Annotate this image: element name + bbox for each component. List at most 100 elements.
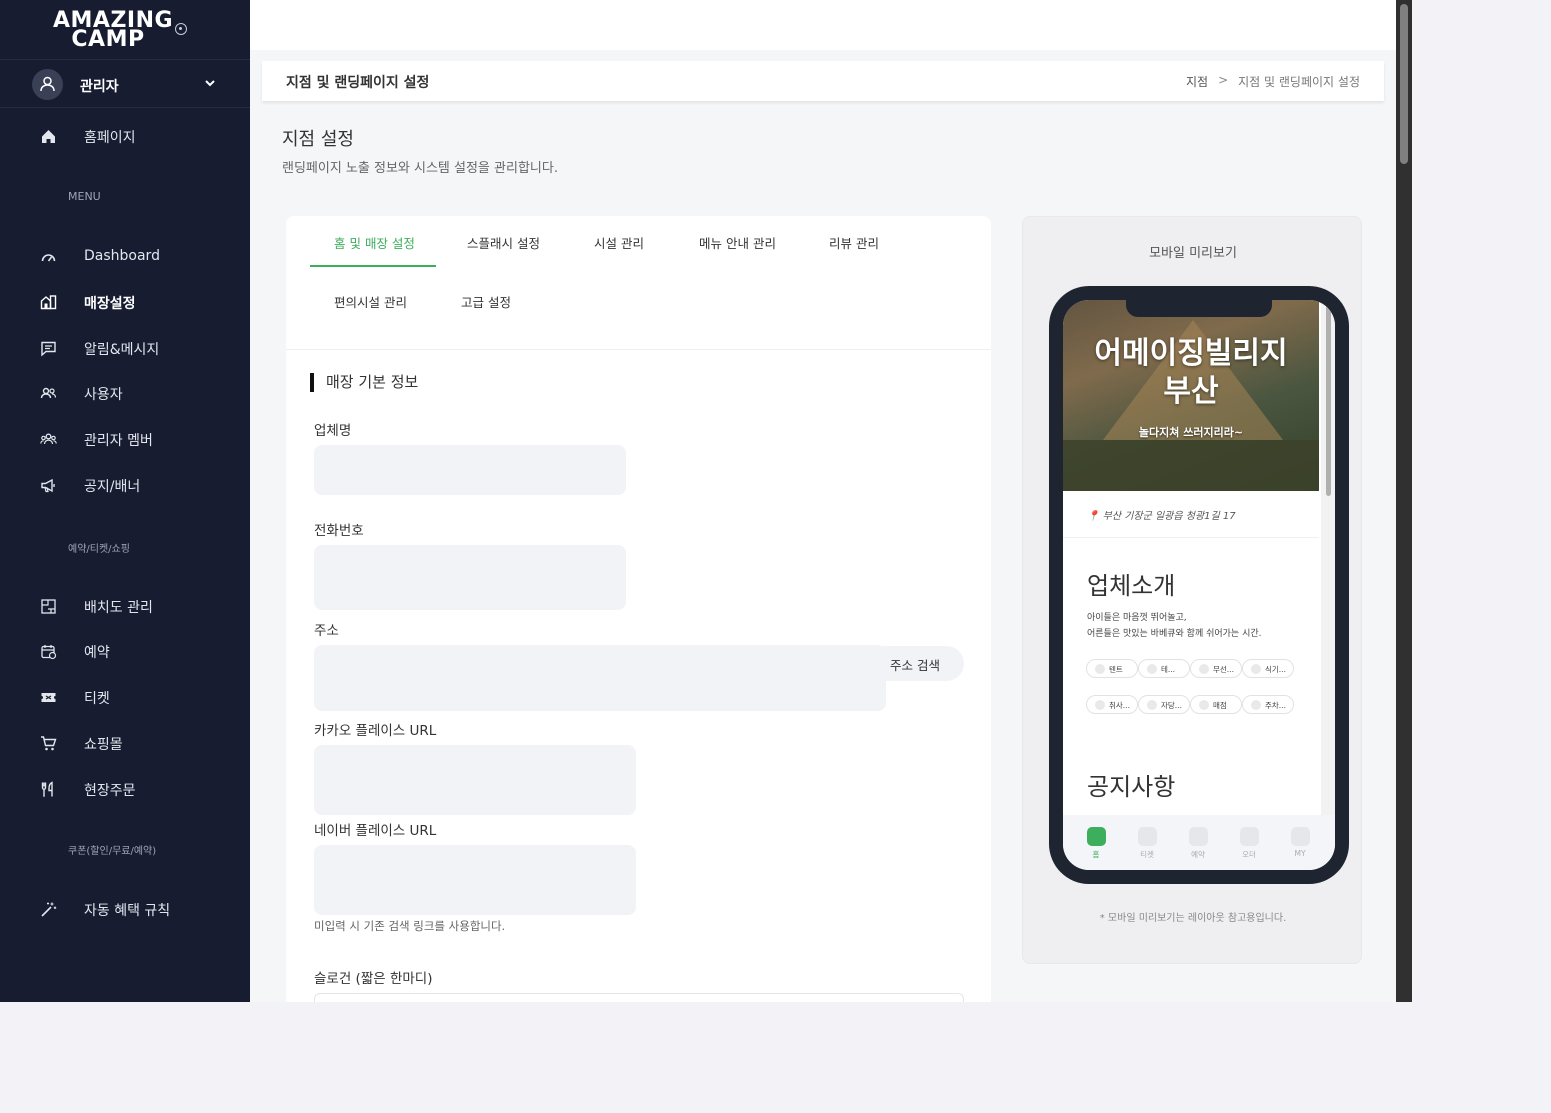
sidebar-item-layout[interactable]: 배치도 관리 [0,588,250,624]
preview-title: 모바일 미리보기 [1149,246,1237,261]
preview-scrollbar[interactable] [1321,300,1335,815]
brand-logo[interactable]: AMAZING CAMP [53,10,173,51]
home-icon [42,130,55,143]
mobile-tab-my[interactable]: MY [1280,827,1320,858]
ticket-icon [1137,827,1157,846]
page-scrollbar[interactable] [1396,0,1412,1002]
tab-home-store[interactable]: 홈 및 매장 설정 [334,233,415,252]
page-title: 지점 설정 [282,129,354,150]
slogan-label: 슬로건 (짧은 한마디) [314,971,433,987]
sidebar-item-label: 관리자 멤버 [84,433,153,449]
order-icon [1239,827,1259,846]
page-subtitle: 랜딩페이지 노출 정보와 시스템 설정을 관리합니다. [282,161,558,176]
sidebar-item-messages[interactable]: 알림&메시지 [0,330,250,366]
mobile-tab-order[interactable]: 오더 [1229,827,1269,860]
sidebar-item-auto-benefit[interactable]: 자동 혜택 규칙 [0,891,250,927]
phone-label: 전화번호 [314,523,364,539]
calendar-icon [1188,827,1208,846]
nav-section-menu: MENU [68,190,101,203]
settings-card: 홈 및 매장 설정 스플래시 설정 시설 관리 메뉴 안내 관리 리뷰 관리 편… [286,216,991,1002]
company-label: 업체명 [314,423,352,439]
preview-scrollbar-thumb[interactable] [1326,300,1331,496]
tab-amenities[interactable]: 편의시설 관리 [334,292,407,311]
amenity-chip: 무선... [1190,659,1242,678]
notice-heading: 공지사항 [1087,773,1176,801]
speedometer-icon [41,254,56,262]
intro-text: 아이들은 마음껏 뛰어놀고, 어른들은 맛있는 바베큐와 함께 쉬어가는 시간. [1087,610,1262,642]
ticket-icon [41,693,56,702]
app-window: AMAZING CAMP 관리자 홈페이지 MENU Dashboard 매장설… [0,0,1412,1002]
breadcrumb: 지점 및 랜딩페이지 설정 지점 > 지점 및 랜딩페이지 설정 [262,61,1384,101]
breadcrumb-parent-link[interactable]: 지점 [1186,73,1208,90]
sidebar-item-shop[interactable]: 쇼핑몰 [0,725,250,761]
amenity-chip: 테... [1138,659,1190,678]
sidebar-item-users[interactable]: 사용자 [0,375,250,411]
store-icon [40,295,57,310]
mobile-tab-home[interactable]: 홈 [1076,827,1116,860]
mobile-tab-reservation[interactable]: 예약 [1178,827,1218,860]
breadcrumb-title: 지점 및 랜딩페이지 설정 [286,75,430,91]
slogan-input[interactable] [314,993,964,1002]
kakao-url-input[interactable] [314,745,636,815]
main-content: 지점 및 랜딩페이지 설정 지점 > 지점 및 랜딩페이지 설정 지점 설정 랜… [250,0,1396,1002]
top-header [250,0,1396,50]
sidebar-item-home[interactable]: 홈페이지 [0,118,250,154]
mobile-tab-label: MY [1294,849,1306,858]
hero-title-line-1: 어메이징빌리지 [1094,336,1288,371]
chevron-down-icon[interactable] [204,77,216,89]
sidebar-item-label: Dashboard [84,248,160,264]
amenity-chip: 텐트 [1086,659,1138,678]
tabs-divider [286,349,991,350]
sidebar-item-dashboard[interactable]: Dashboard [0,239,250,275]
address-input[interactable] [314,645,886,711]
page-scrollbar-thumb[interactable] [1400,4,1408,164]
sidebar-item-onsite-order[interactable]: 현장주문 [0,771,250,807]
target-icon[interactable] [175,23,187,35]
tab-menu-guide[interactable]: 메뉴 안내 관리 [699,233,776,252]
tab-splash[interactable]: 스플래시 설정 [467,233,540,252]
sidebar-item-notice-banner[interactable]: 공지/배너 [0,467,250,503]
sidebar-item-reservation[interactable]: 예약 [0,633,250,669]
tab-facilities[interactable]: 시설 관리 [594,233,644,252]
megaphone-icon [41,478,55,493]
message-icon [41,341,56,357]
sidebar-item-store-settings[interactable]: 매장설정 [0,284,250,320]
mobile-tab-label: 티켓 [1140,850,1154,859]
mobile-tab-label: 예약 [1191,850,1205,859]
sidebar-item-label: 배치도 관리 [84,600,153,616]
phone-notch [1126,300,1272,317]
user-menu[interactable]: 관리자 [0,59,250,108]
sidebar-item-label: 사용자 [84,387,123,403]
naver-url-input[interactable] [314,845,636,915]
breadcrumb-current: 지점 및 랜딩페이지 설정 [1238,75,1360,89]
naver-label: 네이버 플레이스 URL [314,823,437,839]
kakao-label: 카카오 플레이스 URL [314,723,437,739]
sidebar-item-label: 현장주문 [84,783,136,799]
mobile-tab-ticket[interactable]: 티켓 [1127,827,1167,860]
user-icon [1290,827,1310,846]
active-tab-indicator [310,265,436,267]
company-input[interactable] [314,445,626,495]
divider [1063,537,1319,538]
address-label: 주소 [314,623,339,639]
sidebar-item-label: 쇼핑몰 [84,737,123,753]
sidebar-item-label: 자동 혜택 규칙 [84,903,171,919]
amenity-chip: 매점 [1190,695,1242,714]
tab-reviews[interactable]: 리뷰 관리 [829,233,879,252]
layout-icon [41,599,56,614]
hero-title: 어메이징빌리지 부산 [1063,335,1319,411]
home-icon [1086,827,1106,846]
phone-input[interactable] [314,545,626,610]
sidebar-item-label: 홈페이지 [84,130,136,146]
intro-heading: 업체소개 [1087,572,1176,600]
amenity-chip: 주차... [1242,695,1294,714]
tab-advanced[interactable]: 고급 설정 [461,292,511,311]
sidebar-item-admin-members[interactable]: 관리자 멤버 [0,421,250,457]
location-text: 📍 부산 기장군 일광읍 청광1길 17 [1087,511,1236,522]
sidebar-item-label: 알림&메시지 [84,342,160,358]
nav-section-booking: 예약/티켓/쇼핑 [68,544,130,555]
user-icon [40,76,55,92]
sidebar-item-ticket[interactable]: 티켓 [0,679,250,715]
naver-hint: 미입력 시 기존 검색 링크를 사용합니다. [314,919,506,933]
mobile-tab-label: 홈 [1092,850,1100,859]
